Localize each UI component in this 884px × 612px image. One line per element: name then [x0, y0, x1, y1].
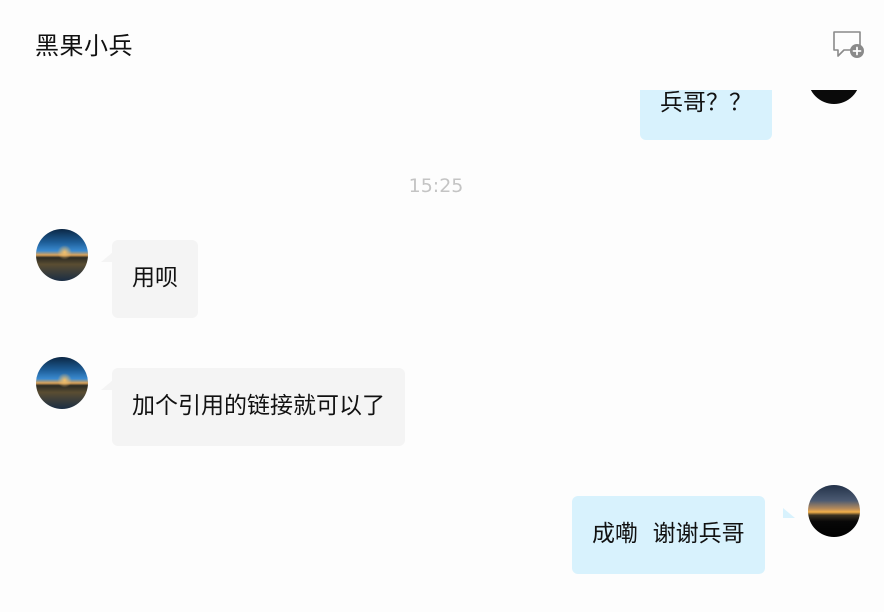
bubble-tail	[783, 508, 795, 518]
message-bubble-outgoing[interactable]: 兵哥？？	[640, 82, 772, 140]
message-list[interactable]: 兵哥？？ 15:25 用呗 加个引用的链接就可以了 成嘞 谢谢兵哥	[0, 0, 884, 612]
message-text: 加个引用的链接就可以了	[132, 393, 385, 419]
message-text: 成嘞 谢谢兵哥	[592, 521, 745, 547]
message-timestamp: 15:25	[408, 175, 464, 197]
message-bubble-incoming[interactable]: 用呗	[112, 240, 198, 318]
chat-title: 黑果小兵	[35, 32, 133, 60]
message-bubble-incoming[interactable]: 加个引用的链接就可以了	[112, 368, 405, 446]
chat-bubble-plus-icon[interactable]	[832, 30, 868, 62]
contact-avatar[interactable]	[36, 357, 88, 409]
message-bubble-outgoing[interactable]: 成嘞 谢谢兵哥	[572, 496, 765, 574]
chat-window: 兵哥？？ 15:25 用呗 加个引用的链接就可以了 成嘞 谢谢兵哥 黑果小兵	[0, 0, 884, 612]
own-avatar[interactable]	[808, 485, 860, 537]
message-text: 兵哥？？	[660, 90, 752, 116]
contact-avatar[interactable]	[36, 229, 88, 281]
message-text: 用呗	[132, 265, 178, 291]
